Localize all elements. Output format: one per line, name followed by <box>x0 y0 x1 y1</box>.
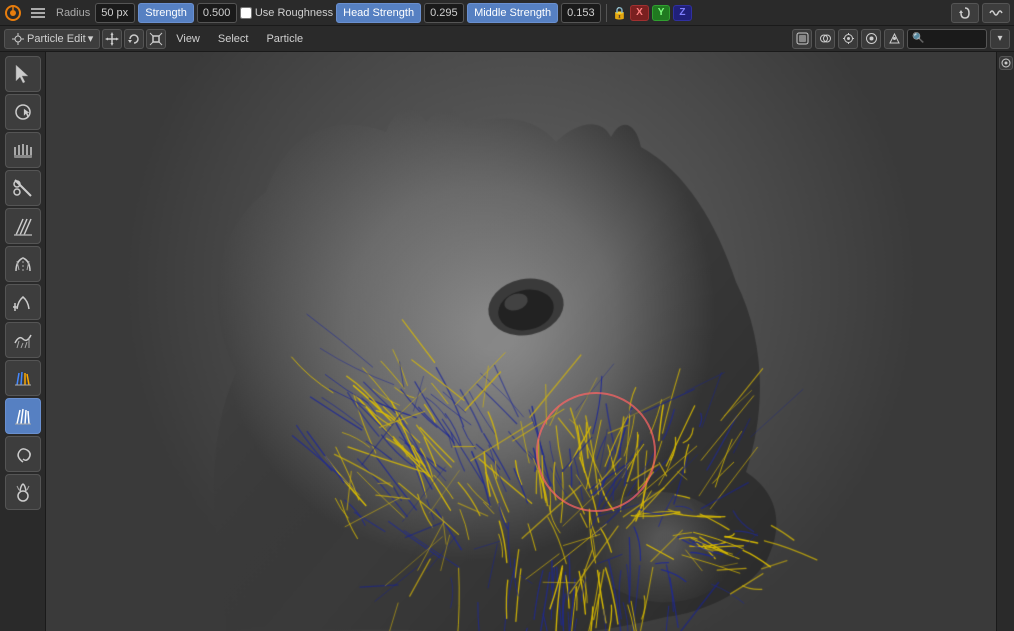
overlay-icon <box>819 32 832 45</box>
weight-tool-icon <box>12 367 34 389</box>
add-tool-icon <box>12 291 34 313</box>
select-menu[interactable]: Select <box>210 29 257 49</box>
lock-icon[interactable]: 🔒 <box>612 6 627 20</box>
select-tool-icon <box>12 63 34 85</box>
viewport-overlay-btn[interactable] <box>815 29 835 49</box>
tool-select[interactable] <box>5 56 41 92</box>
z-axis-button[interactable]: Z <box>673 5 691 21</box>
viewport <box>46 52 996 631</box>
right-toolbar <box>996 52 1014 631</box>
tool-icon-group <box>29 4 47 22</box>
blender-icon <box>4 4 22 22</box>
blender-logo <box>4 4 22 22</box>
tool-weight[interactable] <box>5 360 41 396</box>
header-right <box>951 3 1010 23</box>
search-box[interactable]: 🔍 <box>907 29 987 49</box>
tool-circle-select[interactable] <box>5 94 41 130</box>
scale-icon <box>149 32 163 46</box>
viewport-controls: 🔍 ▾ <box>792 29 1010 49</box>
rotate-icon-btn[interactable] <box>124 29 144 49</box>
viewport-shade-icon <box>796 32 809 45</box>
header-bar: Particle Edit ▾ <box>0 26 1014 52</box>
loop-icon <box>958 6 972 20</box>
tool-add[interactable] <box>5 284 41 320</box>
separator-1 <box>606 4 607 22</box>
viewport-shade-btn[interactable] <box>792 29 812 49</box>
pivot-icon <box>888 32 901 45</box>
tool-shape[interactable] <box>5 474 41 510</box>
radius-value[interactable]: 50 px <box>95 3 135 23</box>
hair-canvas <box>46 52 996 631</box>
middle-strength-button[interactable]: Middle Strength <box>467 3 558 23</box>
pivot-btn[interactable] <box>884 29 904 49</box>
puff-tool-icon <box>12 253 34 275</box>
circle-select-icon <box>12 101 34 123</box>
mode-chevron: ▾ <box>88 32 94 45</box>
mode-label: Particle Edit <box>27 33 86 45</box>
top-toolbar: Radius 50 px Strength 0.500 Use Roughnes… <box>0 0 1014 26</box>
search-icon: 🔍 <box>912 33 924 44</box>
brush-circle <box>536 392 656 512</box>
use-roughness-label: Use Roughness <box>255 7 333 19</box>
use-roughness-checkbox[interactable] <box>240 7 252 19</box>
eye-icon <box>1000 57 1012 69</box>
y-axis-button[interactable]: Y <box>652 5 671 21</box>
use-roughness-toggle[interactable]: Use Roughness <box>240 7 333 19</box>
tool-active[interactable] <box>5 398 41 434</box>
active-tool-icon <box>12 405 34 427</box>
tools-icon <box>29 4 47 22</box>
header-icon-group <box>102 29 166 49</box>
viewport-dropdown-btn[interactable]: ▾ <box>990 29 1010 49</box>
curl-tool-icon <box>12 443 34 465</box>
length-tool-icon <box>12 215 34 237</box>
head-strength-button[interactable]: Head Strength <box>336 3 421 23</box>
radius-label: Radius <box>54 7 92 19</box>
head-strength-value[interactable]: 0.295 <box>424 3 464 23</box>
tool-comb[interactable] <box>5 132 41 168</box>
snap-btn[interactable] <box>838 29 858 49</box>
wave-btn[interactable] <box>982 3 1010 23</box>
wave-icon <box>989 6 1003 20</box>
middle-strength-value[interactable]: 0.153 <box>561 3 601 23</box>
tool-length[interactable] <box>5 208 41 244</box>
shape-tool-icon <box>12 481 34 503</box>
particle-edit-icon <box>11 32 25 46</box>
tool-puff[interactable] <box>5 246 41 282</box>
tool-cut[interactable] <box>5 170 41 206</box>
mode-dropdown[interactable]: Particle Edit ▾ <box>4 29 100 49</box>
particle-menu[interactable]: Particle <box>258 29 311 49</box>
snap-icon <box>842 32 855 45</box>
rotate-icon <box>127 32 141 46</box>
tool-curl[interactable] <box>5 436 41 472</box>
loop-btn[interactable] <box>951 3 979 23</box>
proportional-btn[interactable] <box>861 29 881 49</box>
comb-tool-icon <box>12 139 34 161</box>
translate-icon <box>105 32 119 46</box>
strength-value[interactable]: 0.500 <box>197 3 237 23</box>
strength-button[interactable]: Strength <box>138 3 194 23</box>
x-axis-button[interactable]: X <box>630 5 649 21</box>
cut-tool-icon <box>12 177 34 199</box>
tool-smooth[interactable] <box>5 322 41 358</box>
left-toolbar <box>0 52 46 631</box>
translate-icon-btn[interactable] <box>102 29 122 49</box>
smooth-tool-icon <box>12 329 34 351</box>
proportional-icon <box>865 32 878 45</box>
view-menu[interactable]: View <box>168 29 208 49</box>
scale-icon-btn[interactable] <box>146 29 166 49</box>
view-settings-btn[interactable] <box>999 56 1013 70</box>
